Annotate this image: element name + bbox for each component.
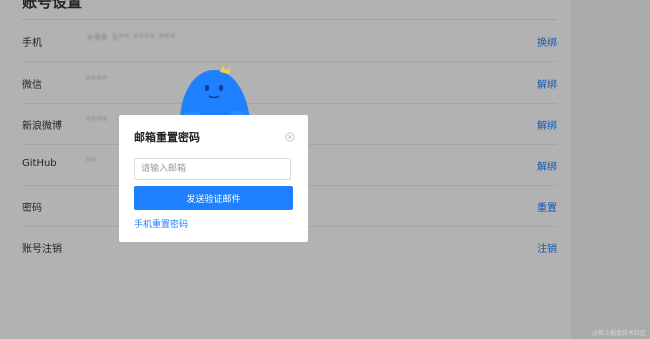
close-circle-icon[interactable] [285,127,295,142]
blue-mascot-icon [176,64,256,122]
phone-reset-password-link[interactable]: 手机重置密码 [134,217,188,230]
email-input[interactable] [134,158,291,180]
email-reset-password-modal: 邮箱重置密码 发送验证邮件 手机重置密码 [119,115,308,242]
modal-overlay[interactable] [0,0,650,339]
send-verification-email-button[interactable]: 发送验证邮件 [134,186,293,210]
watermark: @稀土掘金技术社区 [591,330,646,337]
modal-title: 邮箱重置密码 [134,131,200,144]
